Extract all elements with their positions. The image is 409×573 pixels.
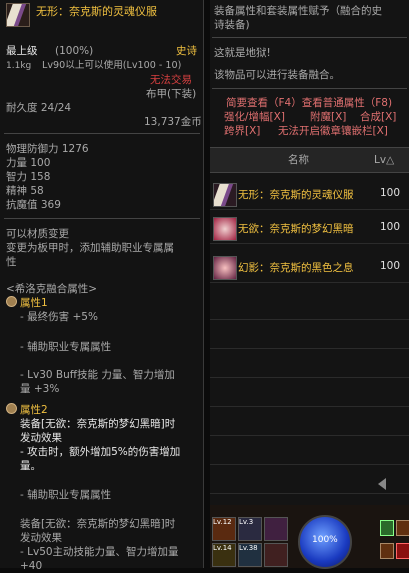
- item-armor-type: 布甲(下装): [146, 88, 197, 100]
- transmute-desc-2: 性: [6, 256, 17, 268]
- hud-button[interactable]: [396, 543, 409, 559]
- transmute-label: 可以材质变更: [6, 228, 69, 240]
- hotkey-enchant[interactable]: 附魔[X]: [310, 110, 346, 124]
- panel-header-l1: 装备属性和套装属性赋予（融合的史: [214, 5, 382, 17]
- empty-slot[interactable]: [210, 377, 409, 407]
- hud-button[interactable]: [380, 543, 394, 559]
- item-name: 无形：奈克斯的灵魂仪服: [36, 5, 157, 18]
- hud-button[interactable]: [396, 520, 409, 536]
- item-grade: 最上级: [6, 45, 38, 57]
- empty-slot[interactable]: [210, 290, 409, 320]
- ring-item-icon: [213, 256, 237, 280]
- divider: [4, 218, 200, 219]
- attr1-line: - 辅助职业专属属性: [20, 341, 112, 353]
- skill-bar: Lv.12 Lv.3 Lv.14 Lv.38 100%: [210, 505, 409, 569]
- item-trade: 无法交易: [150, 74, 192, 86]
- attr2-line: 发动效果: [20, 532, 62, 544]
- stat-spirit: 精神 58: [6, 185, 44, 197]
- stat-strength: 力量 100: [6, 157, 51, 169]
- skill-slot[interactable]: Lv.38: [238, 543, 262, 567]
- attr1-line: 量 +3%: [20, 383, 60, 395]
- skill-slot[interactable]: [264, 517, 288, 541]
- robe-item-icon: [6, 3, 30, 27]
- skill-slot[interactable]: Lv.12: [212, 517, 236, 541]
- attribute-bullet-icon: [6, 403, 17, 414]
- attr1-title: 属性1: [6, 296, 48, 310]
- scroll-arrow-icon[interactable]: [378, 478, 386, 490]
- empty-slot[interactable]: [210, 406, 409, 436]
- attr2-line: 量。: [20, 460, 41, 472]
- mp-orb: 100%: [298, 515, 352, 569]
- divider: [4, 133, 200, 134]
- empty-slot[interactable]: [210, 435, 409, 465]
- stat-intelligence: 智力 158: [6, 171, 51, 183]
- hell-text: 这就是地狱!: [214, 47, 271, 59]
- panel-header-l2: 诗装备): [214, 19, 250, 31]
- attr2-line: 装备[无欲：奈克斯的梦幻黑暗]时: [20, 518, 176, 530]
- attr2-title: 属性2: [6, 403, 48, 417]
- list-item[interactable]: 无欲：奈克斯的梦幻黑暗 100: [210, 214, 409, 244]
- list-header: 名称 Lv△: [210, 147, 409, 173]
- fusion-title: <希洛克融合属性>: [6, 283, 98, 295]
- attr2-line: +40: [20, 560, 43, 572]
- stat-magic-resist: 抗魔值 369: [6, 199, 61, 211]
- item-level-req: Lv90以上可以使用(Lv100 - 10): [42, 60, 182, 71]
- attr2-line: - 辅助职业专属属性: [20, 489, 112, 501]
- hotkey-synth[interactable]: 合成[X]: [360, 110, 396, 124]
- equipment-panel: 装备属性和套装属性赋予（融合的史 诗装备) 这就是地狱! 该物品可以进行装备融合…: [210, 0, 409, 569]
- item-rarity: 史诗: [176, 45, 197, 57]
- stat-physical-defense: 物理防御力 1276: [6, 143, 89, 155]
- transmute-desc-1: 变更为板甲时，添加辅助职业专属属: [6, 242, 174, 254]
- attr2-line: - Lv50主动技能力量、智力增加量: [20, 546, 179, 558]
- divider: [212, 37, 407, 38]
- attribute-bullet-icon: [6, 296, 17, 307]
- attr1-line: - Lv30 Buff技能 力量、智力增加: [20, 369, 175, 381]
- attr1-line: - 最终伤害 +5%: [20, 311, 98, 323]
- item-grade-pct: (100%): [55, 45, 94, 57]
- fusion-note: 该物品可以进行装备融合。: [214, 69, 340, 81]
- item-tooltip: 无形：奈克斯的灵魂仪服 最上级 (100%) 史诗 1.1kg Lv90以上可以…: [0, 0, 204, 572]
- skill-slot[interactable]: Lv.3: [238, 517, 262, 541]
- hud-button[interactable]: [380, 520, 394, 536]
- list-item[interactable]: 幻影：奈克斯的黑色之息 100: [210, 253, 409, 283]
- skill-slot[interactable]: Lv.14: [212, 543, 236, 567]
- item-weight: 1.1kg: [6, 61, 32, 71]
- col-lv-header[interactable]: Lv△: [374, 153, 394, 167]
- col-name-header[interactable]: 名称: [288, 153, 309, 167]
- divider: [212, 88, 407, 89]
- attr2-line: - 攻击时，额外增加5%的伤害增加: [20, 446, 181, 458]
- item-durability: 耐久度 24/24: [6, 102, 72, 114]
- hotkey-crossover[interactable]: 跨界[X]: [224, 124, 260, 138]
- item-price: 13,737金币: [144, 116, 202, 128]
- empty-slot[interactable]: [210, 348, 409, 378]
- empty-slot[interactable]: [210, 319, 409, 349]
- skill-slot[interactable]: [264, 543, 288, 567]
- list-item[interactable]: 无形：奈克斯的灵魂仪服 100: [210, 180, 409, 210]
- attr2-line: 装备[无欲：奈克斯的梦幻黑暗]时: [20, 418, 176, 430]
- robe-item-icon: [213, 183, 237, 207]
- hotkey-enhance[interactable]: 强化/增幅[X]: [224, 110, 285, 124]
- attr2-line: 发动效果: [20, 432, 62, 444]
- hotkey-emblem[interactable]: 无法开启徽章镶嵌栏[X]: [278, 124, 388, 138]
- hotkey-summary[interactable]: 简要查看（F4）查看普通属性（F8): [226, 96, 392, 110]
- orb-item-icon: [213, 217, 237, 241]
